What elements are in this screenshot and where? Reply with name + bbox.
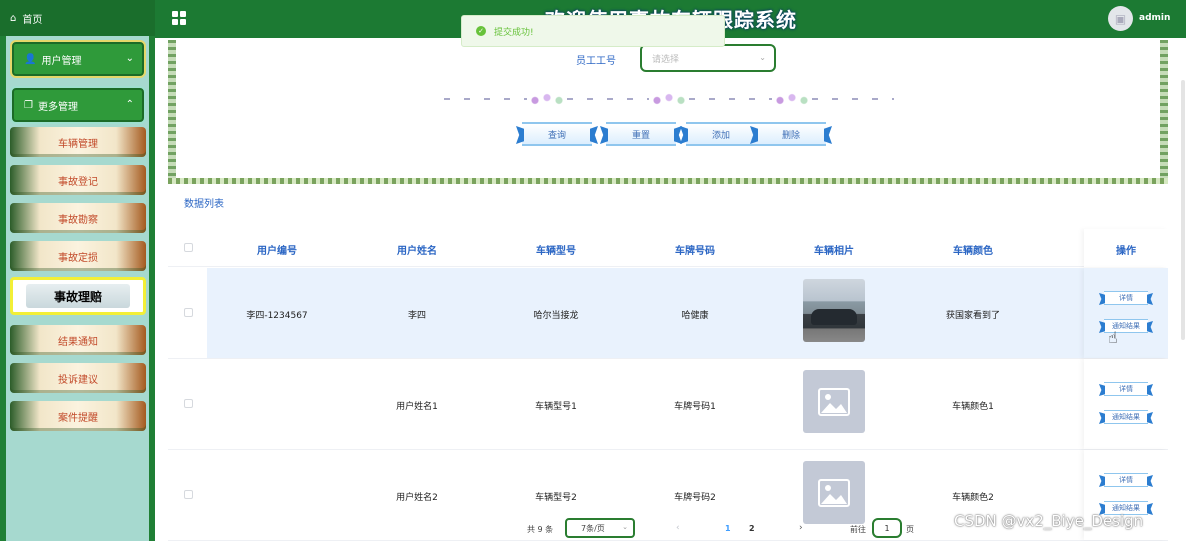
chevron-down-icon: ⌄ (125, 53, 134, 64)
sidebar-item-label: 事故理赔 (26, 284, 130, 308)
sidebar-menu: 👤 用户管理 ⌄ ❐ 更多管理 ⌃ 车辆管理 事故登记 事故勘察 事故定损 事故… (6, 36, 149, 541)
sidebar-item-case-reminder[interactable]: 案件提醒 (10, 401, 146, 431)
detail-button[interactable]: 详情 (1104, 291, 1148, 305)
select-all-checkbox[interactable] (184, 243, 193, 252)
car-photo[interactable] (803, 279, 865, 342)
cell-user-name: 李四 (407, 311, 427, 321)
cell-vehicle-color: 获国家看到了 (945, 311, 1001, 321)
page-size-select[interactable]: 7条/页 ⌄ (565, 518, 635, 538)
employee-no-select[interactable]: 请选择 ⌄ (640, 44, 776, 72)
menu-group-more-label: 更多管理 (37, 101, 78, 113)
cell-user-name: 用户姓名1 (396, 402, 438, 412)
list-title: 数据列表 (184, 199, 224, 210)
col-plate-no: 车牌号码 (675, 246, 715, 257)
home-icon: ⌂ (10, 12, 17, 24)
reset-button[interactable]: 重置 (606, 122, 676, 146)
sidebar-item-label: 事故登记 (58, 176, 98, 188)
col-user-name: 用户姓名 (397, 246, 437, 257)
page-suffix: 页 (906, 525, 914, 534)
copy-icon: ❐ (24, 99, 33, 111)
user-icon: 👤 (24, 53, 37, 65)
hand-cursor-icon: ☝ (1108, 328, 1118, 347)
flower-divider (444, 92, 894, 106)
row-checkbox[interactable] (184, 490, 193, 499)
image-placeholder-icon[interactable] (803, 461, 865, 524)
grid-menu-icon[interactable] (172, 11, 186, 25)
sidebar-item-claims[interactable]: 事故理赔 (10, 277, 146, 315)
page-size-value: 7条/页 (581, 523, 605, 533)
cell-user-name: 用户姓名2 (396, 493, 438, 503)
sidebar-item-accident-survey[interactable]: 事故勘察 (10, 203, 146, 233)
username[interactable]: admin (1139, 13, 1170, 23)
row-checkbox[interactable] (184, 308, 193, 317)
sidebar-item-vehicle[interactable]: 车辆管理 (10, 127, 146, 157)
cell-vehicle-model: 车辆型号2 (535, 493, 577, 503)
vine-border-bottom (168, 178, 1168, 184)
home-label: 首页 (22, 14, 43, 26)
detail-button[interactable]: 详情 (1104, 473, 1148, 487)
total-count: 共 9 条 (527, 525, 554, 534)
next-page-icon[interactable]: › (799, 523, 803, 533)
success-toast: ✓ 提交成功! (461, 15, 725, 47)
cell-plate-no: 车牌号码1 (674, 402, 716, 412)
toast-message: 提交成功! (494, 27, 534, 38)
cell-vehicle-model: 车辆型号1 (535, 402, 577, 412)
cell-vehicle-model: 哈尔当接龙 (533, 311, 579, 321)
menu-group-user-label: 用户管理 (41, 55, 82, 67)
col-vehicle-color: 车辆颜色 (953, 246, 993, 257)
col-actions: 操作 (1116, 246, 1136, 257)
sidebar-item-result-notice[interactable]: 结果通知 (10, 325, 146, 355)
add-button[interactable]: 添加 (686, 122, 756, 146)
col-vehicle-model: 车辆型号 (536, 246, 576, 257)
cell-plate-no: 哈健康 (681, 311, 709, 321)
avatar[interactable]: ▣ (1108, 6, 1133, 31)
prev-page-icon[interactable]: ‹ (676, 523, 680, 533)
page-number[interactable]: 2 (749, 524, 755, 533)
table-row[interactable]: 用户姓名1 车辆型号1 车牌号码1 车辆颜色1 详情 通知结果 (168, 359, 1168, 450)
sidebar-item-accident-register[interactable]: 事故登记 (10, 165, 146, 195)
query-button[interactable]: 查询 (522, 122, 592, 146)
detail-button[interactable]: 详情 (1104, 382, 1148, 396)
search-panel: 员工工号 请选择 ⌄ 查询 重置 添加 删除 (168, 40, 1168, 186)
sidebar-item-label: 事故勘察 (58, 214, 98, 226)
sidebar-home[interactable]: ⌂ 首页 (0, 0, 155, 36)
delete-button[interactable]: 删除 (756, 122, 826, 146)
sidebar-item-damage-assessment[interactable]: 事故定损 (10, 241, 146, 271)
table-header: 用户编号 用户姓名 车辆型号 车牌号码 车辆相片 车辆颜色 操作 (168, 229, 1168, 267)
col-vehicle-photo: 车辆相片 (814, 246, 854, 257)
chevron-down-icon: ⌄ (759, 53, 766, 62)
select-placeholder: 请选择 (652, 54, 680, 65)
row-checkbox[interactable] (184, 399, 193, 408)
row-actions: 详情 通知结果 (1084, 268, 1168, 358)
goto-label: 前往 (850, 525, 866, 534)
menu-group-more[interactable]: ❐ 更多管理 ⌃ (10, 86, 146, 124)
sidebar-item-label: 投诉建议 (58, 374, 98, 386)
sidebar-item-label: 结果通知 (58, 336, 98, 348)
vine-border-left (168, 40, 176, 180)
col-user-no: 用户编号 (257, 246, 297, 257)
sidebar-item-label: 车辆管理 (58, 138, 98, 150)
image-placeholder-icon[interactable] (803, 370, 865, 433)
row-actions: 详情 通知结果 (1084, 359, 1168, 449)
page-number[interactable]: 1 (725, 524, 731, 533)
sidebar-item-label: 事故定损 (58, 252, 98, 264)
cell-plate-no: 车牌号码2 (674, 493, 716, 503)
sidebar-item-label: 案件提醒 (58, 412, 98, 424)
chevron-down-icon: ⌄ (622, 523, 628, 531)
employee-no-label: 员工工号 (576, 56, 616, 67)
cell-user-no: 李四-1234567 (246, 311, 308, 321)
notify-result-button[interactable]: 通知结果 (1104, 410, 1148, 424)
watermark: CSDN @vx2_Biye_Design (954, 512, 1144, 530)
chevron-up-icon: ⌃ (125, 99, 134, 110)
check-circle-icon: ✓ (476, 26, 486, 36)
vine-border-right (1160, 40, 1168, 180)
cell-vehicle-color: 车辆颜色1 (952, 402, 994, 412)
sidebar-item-complaints[interactable]: 投诉建议 (10, 363, 146, 393)
menu-group-user[interactable]: 👤 用户管理 ⌄ (10, 40, 146, 78)
table-row[interactable]: 李四-1234567 李四 哈尔当接龙 哈健康 获国家看到了 详情 通知结果 (168, 268, 1168, 359)
scrollbar[interactable] (1181, 80, 1185, 340)
sidebar: ⌂ 首页 👤 用户管理 ⌄ ❐ 更多管理 ⌃ 车辆管理 事故登记 事故勘察 事故… (0, 0, 155, 541)
cell-vehicle-color: 车辆颜色2 (952, 493, 994, 503)
goto-page-input[interactable]: 1 (872, 518, 902, 538)
